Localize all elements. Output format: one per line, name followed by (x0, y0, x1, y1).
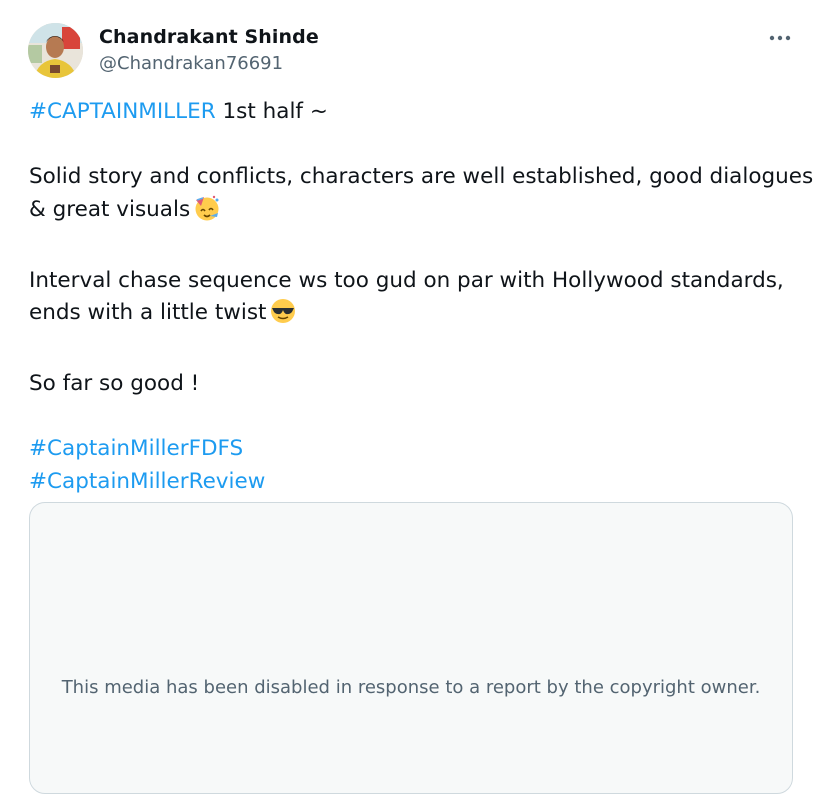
hashtag-captainmiller[interactable]: #CAPTAINMILLER (29, 99, 216, 124)
media-card: This media has been disabled in response… (29, 502, 793, 794)
tweet-line-5-text: ends with a little twist (29, 300, 267, 325)
avatar[interactable] (28, 23, 83, 78)
tweet-line-2: Solid story and conflicts, characters ar… (29, 164, 813, 189)
media-disabled-notice: This media has been disabled in response… (30, 674, 792, 701)
tweet-line-4: Interval chase sequence ws too gud on pa… (29, 267, 784, 293)
tweet-line-5: ends with a little twist (29, 297, 799, 336)
more-options-button[interactable] (762, 26, 798, 50)
hashtag-captainmillerreview[interactable]: #CaptainMillerReview (29, 469, 265, 494)
tweet-hashtag-line-1: #CaptainMillerFDFS (29, 433, 799, 466)
tweet-line-1: #CAPTAINMILLER 1st half ~ (29, 96, 799, 129)
tweet-line-1-text: 1st half ~ (215, 99, 328, 124)
tweet-line-3-text: & great visuals (29, 196, 191, 222)
more-horizontal-icon (769, 35, 791, 41)
partying-face-icon (193, 194, 221, 233)
tweet-text: #CAPTAINMILLER 1st half ~ Solid story an… (29, 96, 813, 499)
media-disabled-notice-text: This media has been disabled in response… (61, 677, 761, 698)
author-name[interactable]: Chandrakant Shinde (99, 26, 319, 48)
tweet-hashtag-line-2: #CaptainMillerReview (29, 466, 799, 499)
author-handle[interactable]: @Chandrakan76691 (99, 53, 283, 75)
tweet-post: Chandrakant Shinde @Chandrakan76691 #CAP… (0, 0, 813, 794)
tweet-line-6: So far so good ! (29, 371, 200, 396)
sunglasses-face-icon (269, 297, 297, 336)
hashtag-captainmillerfdfs[interactable]: #CaptainMillerFDFS (29, 436, 243, 461)
tweet-line-3: & great visuals (29, 194, 799, 233)
